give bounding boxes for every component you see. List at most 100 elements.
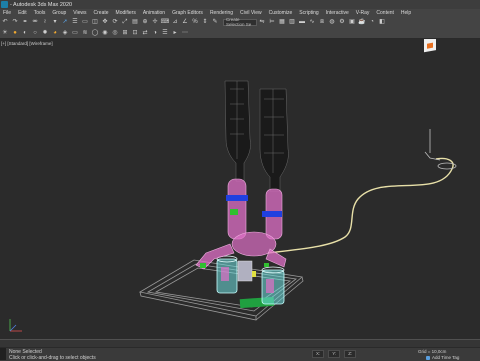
undo-icon[interactable]: ↶ [1, 18, 9, 26]
menu-views[interactable]: Views [70, 10, 90, 16]
vray-dome-light-icon[interactable]: ◕ [51, 29, 59, 37]
vray-ies-light-icon[interactable]: ◐ [21, 29, 29, 37]
scene-explorer-icon[interactable]: ▦ [278, 18, 286, 26]
add-time-tag-button[interactable]: Add Time Tag [426, 355, 459, 360]
menu-group[interactable]: Group [49, 10, 70, 16]
perspective-viewport[interactable]: [+] [Standard] [Wireframe] [0, 34, 480, 339]
ribbon-icon[interactable]: ▬ [298, 18, 306, 26]
right-glass [261, 266, 285, 305]
select-object-icon[interactable]: ➚ [61, 18, 69, 26]
coordinate-display: X: Y: Z: [312, 350, 357, 358]
menu-customize[interactable]: Customize [266, 10, 297, 16]
x-coord-field[interactable]: X: [312, 350, 325, 358]
window-title: - Autodesk 3ds Max 2020 [10, 1, 73, 8]
pivot-center-icon[interactable]: ⊕ [141, 18, 149, 26]
material-editor-icon[interactable]: ◍ [328, 18, 336, 26]
redo-icon[interactable]: ↷ [11, 18, 19, 26]
snaps-toggle-icon[interactable]: ⊿ [171, 18, 179, 26]
menu-rendering[interactable]: Rendering [207, 10, 237, 16]
percent-snap-icon[interactable]: % [191, 18, 199, 26]
vray-scene-converter-icon[interactable]: ⇄ [141, 29, 149, 37]
grid-readout: Grid = 10,0cm [418, 349, 447, 354]
layer-explorer-icon[interactable]: ▥ [288, 18, 296, 26]
rectangular-selection-icon[interactable]: ▭ [81, 18, 89, 26]
axis-tripod-icon [9, 319, 22, 332]
menu-bar: File Edit Tools Group Views Create Modif… [0, 9, 480, 16]
title-bar: - Autodesk 3ds Max 2020 [0, 0, 480, 9]
menu-create[interactable]: Create [91, 10, 113, 16]
vray-mesh-export-icon[interactable]: ⊞ [121, 29, 129, 37]
rendered-frame-window-icon[interactable]: ▣ [348, 18, 356, 26]
reference-coord-icon[interactable]: ▤ [131, 18, 139, 26]
status-bar: None Selected Click or click-and-drag to… [0, 339, 480, 361]
z-coord-field[interactable]: Z: [344, 350, 357, 358]
vray-plane-icon[interactable]: ▭ [71, 29, 79, 37]
left-bottle [224, 80, 251, 182]
viewport-scene [9, 34, 457, 332]
menu-animation[interactable]: Animation [140, 10, 169, 16]
right-bottle [259, 88, 289, 192]
vray-ambient-light-icon[interactable]: ○ [31, 29, 39, 37]
curve-editor-icon[interactable]: ∿ [308, 18, 316, 26]
spinner-snap-icon[interactable]: ⇕ [201, 18, 209, 26]
select-move-icon[interactable]: ✥ [101, 18, 109, 26]
menu-modifiers[interactable]: Modifiers [113, 10, 140, 16]
y-coord-field[interactable]: Y: [328, 350, 341, 358]
vray-proxy-icon[interactable]: ◈ [61, 29, 69, 37]
menu-edit[interactable]: Edit [15, 10, 31, 16]
vray-lister-icon[interactable]: ☰ [161, 29, 169, 37]
maxscript-listener[interactable] [0, 348, 6, 360]
vray-physical-camera-icon[interactable]: ◉ [101, 29, 109, 37]
vray-vrscene-icon[interactable]: ⊡ [131, 29, 139, 37]
time-tag-icon [426, 355, 430, 360]
vray-sphere-icon[interactable]: ◯ [91, 29, 99, 37]
secondary-toolbar: ☀ ● ◐ ○ ✹ ◕ ◈ ▭ ≋ ◯ ◉ ◎ ⊞ ⊡ ⇄ ◑ ☰ ▸ ⋯ [0, 28, 480, 39]
select-manipulate-icon[interactable]: ✢ [151, 18, 159, 26]
edit-named-selection-icon[interactable]: ✎ [211, 18, 219, 26]
selection-set-dropdown[interactable]: Create Selection Se [223, 17, 257, 27]
unlink-icon[interactable]: ⚮ [31, 18, 39, 26]
vray-light-icon[interactable]: ☀ [1, 29, 9, 37]
vray-material-icon[interactable]: ◑ [151, 29, 159, 37]
menu-tools[interactable]: Tools [31, 10, 50, 16]
vray-sphere-light-icon[interactable]: ● [11, 29, 19, 37]
mirror-icon[interactable]: ⇋ [258, 18, 266, 26]
select-rotate-icon[interactable]: ⟳ [111, 18, 119, 26]
menu-civil-view[interactable]: Civil View [237, 10, 266, 16]
menu-content[interactable]: Content [373, 10, 398, 16]
left-glass [216, 255, 238, 294]
menu-scripting[interactable]: Scripting [296, 10, 322, 16]
render-iterative-icon[interactable]: ◔ [368, 18, 376, 26]
menu-interactive[interactable]: Interactive [323, 10, 353, 16]
selection-filter-icon[interactable]: ▾ [51, 18, 59, 26]
vray-decal-icon[interactable]: ◎ [111, 29, 119, 37]
timeline-track[interactable] [0, 340, 480, 348]
viewport-label[interactable]: [+] [Standard] [Wireframe] [1, 41, 53, 46]
schematic-view-icon[interactable]: ⧈ [318, 18, 326, 26]
render-production-icon[interactable]: ☕ [358, 18, 366, 26]
menu-file[interactable]: File [0, 10, 15, 16]
bind-space-warp-icon[interactable]: ≀ [41, 18, 49, 26]
align-icon[interactable]: ⊨ [268, 18, 276, 26]
vray-fur-icon[interactable]: ≋ [81, 29, 89, 37]
main-toolbar: ↶ ↷ ⚭ ⚮ ≀ ▾ ➚ ☰ ▭ ◫ ✥ ⟳ ⤢ ▤ ⊕ ✢ ⌨ ⊿ ∠ % … [0, 16, 480, 28]
select-scale-icon[interactable]: ⤢ [121, 18, 129, 26]
vray-toolbar-extra-icon[interactable]: ⋯ [181, 29, 189, 37]
vray-toolbar-more-icon[interactable]: ▸ [171, 29, 179, 37]
app-icon [1, 1, 8, 8]
menu-vray[interactable]: V-Ray [353, 10, 374, 16]
render-setup-icon[interactable]: ⚙ [338, 18, 346, 26]
add-time-tag-label: Add Time Tag [432, 355, 460, 360]
vray-frame-buffer-icon[interactable]: ◧ [378, 18, 386, 26]
vray-sun-icon[interactable]: ✹ [41, 29, 49, 37]
wall-plug [424, 34, 457, 170]
menu-graph-editors[interactable]: Graph Editors [169, 10, 207, 16]
power-cable [267, 157, 454, 254]
link-icon[interactable]: ⚭ [21, 18, 29, 26]
window-crossing-icon[interactable]: ◫ [91, 18, 99, 26]
select-by-name-icon[interactable]: ☰ [71, 18, 79, 26]
prompt-hint: Click or click-and-drag to select object… [9, 355, 96, 361]
menu-help[interactable]: Help [398, 10, 415, 16]
angle-snap-icon[interactable]: ∠ [181, 18, 189, 26]
keyboard-shortcut-icon[interactable]: ⌨ [161, 18, 170, 26]
